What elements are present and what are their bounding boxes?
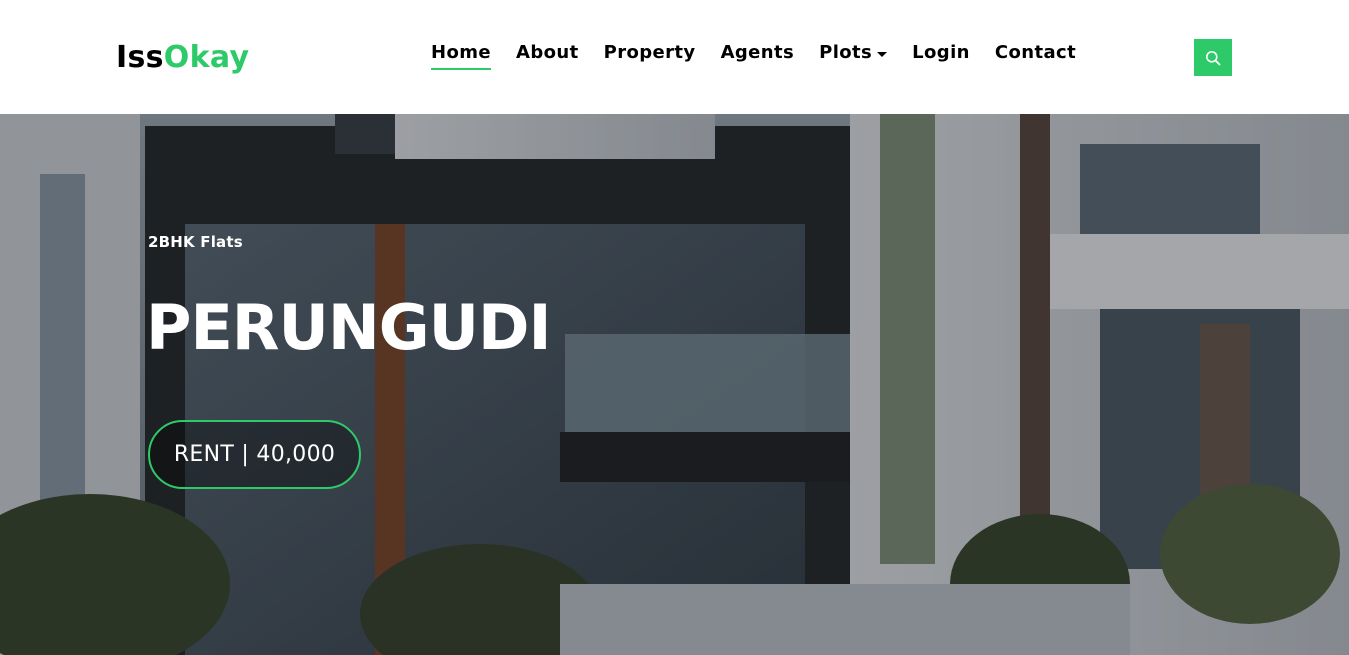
nav-item-login[interactable]: Login [912,40,970,66]
search-icon [1206,50,1221,65]
nav-item-about[interactable]: About [516,40,579,66]
nav-item-property[interactable]: Property [604,40,696,66]
price-label: RENT | 40,000 [173,442,336,467]
brand-part-2: Okay [163,40,250,75]
hero-overlay [0,114,1349,655]
nav-item-label: Agents [720,42,795,63]
main-nav: Home About Property Agents Plots Login C… [431,40,1076,70]
hero-banner: 2BHK Flats PERUNGUDI RENT | 40,000 [0,114,1349,655]
caret-down-icon [877,51,888,57]
search-button[interactable] [1194,39,1232,76]
nav-item-label: About [516,42,579,63]
nav-item-home[interactable]: Home [431,40,491,70]
brand-logo[interactable]: IssOkay [116,38,249,78]
hero-subtitle: 2BHK Flats [148,233,243,251]
hero-title: PERUNGUDI [146,291,552,364]
price-badge-button[interactable]: RENT | 40,000 [148,420,361,489]
nav-item-label: Home [431,42,491,63]
nav-item-label: Plots [819,42,873,63]
nav-item-contact[interactable]: Contact [995,40,1076,66]
brand-part-1: Iss [116,40,164,75]
nav-item-agents[interactable]: Agents [721,40,795,66]
nav-item-label: Property [603,42,696,63]
navbar: IssOkay Home About Property Agents Plots… [0,0,1349,114]
nav-item-plots-dropdown[interactable]: Plots [819,40,888,66]
nav-item-label: Login [912,42,970,63]
nav-item-label: Contact [994,42,1077,63]
